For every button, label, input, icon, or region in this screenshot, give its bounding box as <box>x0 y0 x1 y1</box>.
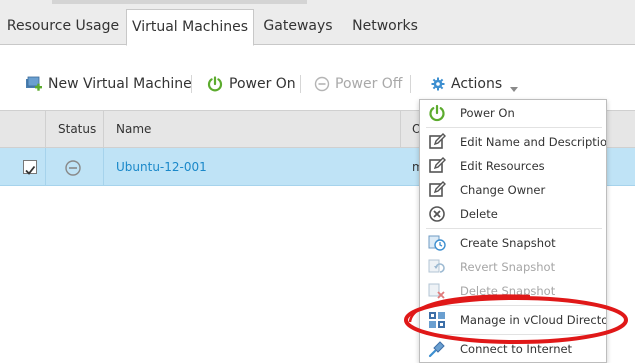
menu-item-label: Manage in vCloud Director <box>460 313 607 327</box>
gear-icon <box>431 77 445 91</box>
tab-virtual-machines[interactable]: Virtual Machines <box>126 9 254 46</box>
toolbar-separator <box>410 75 411 93</box>
new-virtual-machine-button[interactable]: New Virtual Machine <box>25 74 192 94</box>
menu-divider <box>426 305 602 306</box>
menu-item-connect-to-internet[interactable]: Connect to Internet <box>420 337 606 361</box>
menu-item-label: Create Snapshot <box>460 236 556 250</box>
delete-circle-icon <box>428 205 446 223</box>
menu-divider <box>426 334 602 335</box>
snapshot-icon <box>428 234 446 252</box>
toolbar-separator <box>300 75 301 93</box>
row-checkbox[interactable] <box>23 160 37 175</box>
new-virtual-machine-label: New Virtual Machine <box>48 76 192 92</box>
revert-snapshot-icon <box>428 258 446 276</box>
power-off-label: Power Off <box>335 76 403 92</box>
delete-snapshot-icon <box>428 282 446 300</box>
toolbar-separator <box>191 75 192 93</box>
edit-icon <box>428 181 446 199</box>
menu-item-label: Revert Snapshot <box>460 260 556 274</box>
chevron-down-icon <box>510 81 519 92</box>
menu-item-delete-snapshot[interactable]: Delete Snapshot <box>420 279 606 303</box>
menu-item-label: Edit Resources <box>460 159 545 173</box>
minus-circle-icon <box>65 160 81 176</box>
edit-icon <box>428 133 446 151</box>
menu-divider <box>426 127 602 128</box>
menu-divider <box>426 228 602 229</box>
tab-resource-usage[interactable]: Resource Usage <box>0 9 126 45</box>
actions-label: Actions <box>451 76 503 92</box>
power-off-icon <box>314 76 330 92</box>
vm-name-link[interactable]: Ubuntu-12-001 <box>116 160 207 174</box>
edit-icon <box>428 157 446 175</box>
power-on-button[interactable]: Power On <box>207 74 296 94</box>
menu-item-create-snapshot[interactable]: Create Snapshot <box>420 231 606 255</box>
menu-item-manage-in-vcloud-director[interactable]: Manage in vCloud Director <box>420 308 606 332</box>
column-header-name[interactable]: Name <box>116 122 151 136</box>
column-divider <box>45 148 46 186</box>
new-vm-icon <box>25 75 43 93</box>
power-icon <box>428 104 446 122</box>
menu-item-change-owner[interactable]: Change Owner <box>420 178 606 202</box>
column-divider <box>103 148 104 186</box>
menu-item-label: Delete <box>460 207 498 221</box>
actions-menu-button[interactable]: Actions <box>431 74 519 94</box>
menu-item-delete[interactable]: Delete <box>420 202 606 226</box>
actions-dropdown-menu: Power On Edit Name and Description Edit … <box>419 99 607 363</box>
menu-item-label: Edit Name and Description <box>460 135 607 149</box>
menu-item-edit-name-description[interactable]: Edit Name and Description <box>420 130 606 154</box>
menu-item-power-on[interactable]: Power On <box>420 101 606 125</box>
menu-item-label: Change Owner <box>460 183 546 197</box>
tab-bar-top-strip <box>52 0 307 4</box>
power-on-label: Power On <box>229 76 296 92</box>
power-off-button[interactable]: Power Off <box>314 74 402 94</box>
column-header-status[interactable]: Status <box>58 122 96 136</box>
checkmark-icon <box>25 165 36 175</box>
menu-item-revert-snapshot[interactable]: Revert Snapshot <box>420 255 606 279</box>
menu-item-label: Delete Snapshot <box>460 284 556 298</box>
power-icon <box>207 76 223 92</box>
tab-networks[interactable]: Networks <box>342 9 428 45</box>
menu-item-label: Power On <box>460 106 515 120</box>
connect-icon <box>428 340 446 358</box>
vcloud-icon <box>428 311 446 329</box>
menu-item-edit-resources[interactable]: Edit Resources <box>420 154 606 178</box>
tab-gateways[interactable]: Gateways <box>254 9 342 45</box>
menu-item-label: Connect to Internet <box>460 342 573 356</box>
